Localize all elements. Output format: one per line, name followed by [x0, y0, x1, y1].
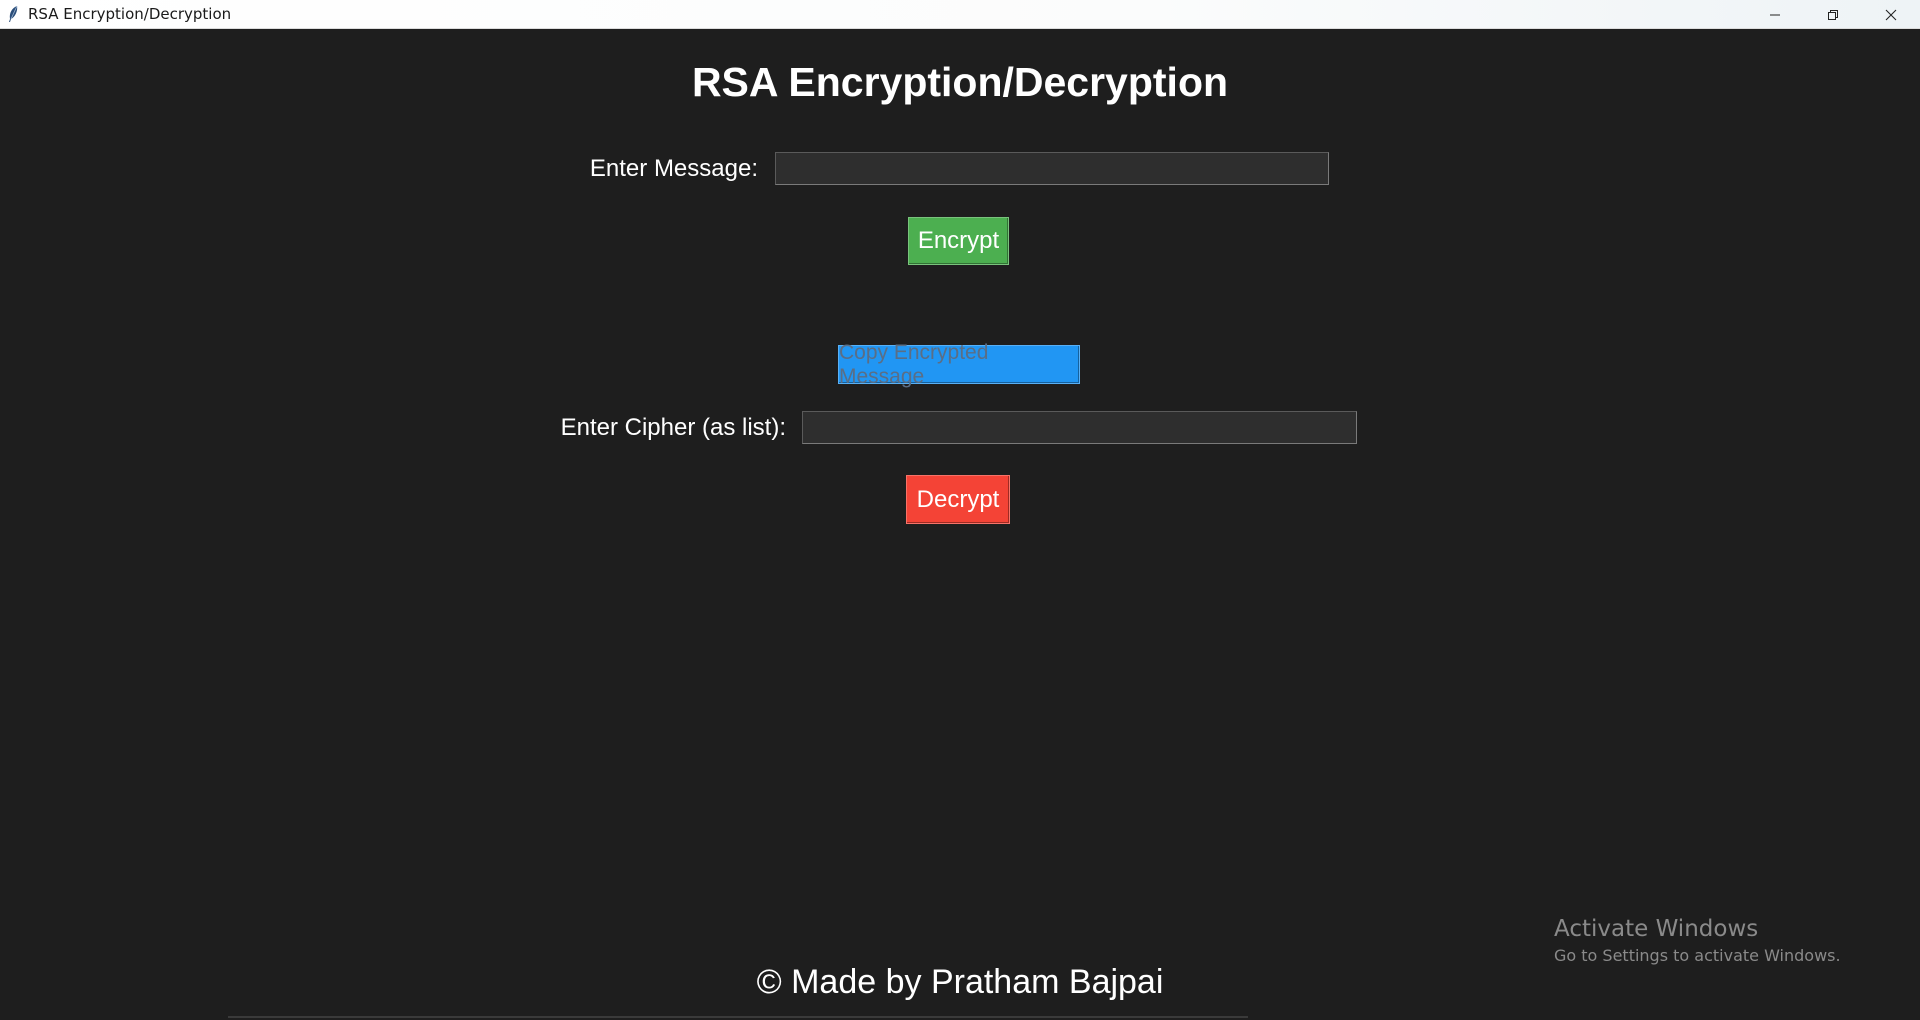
encrypt-button[interactable]: Encrypt: [908, 217, 1009, 265]
window-titlebar[interactable]: RSA Encryption/Decryption: [0, 0, 1920, 29]
footer-credit: © Made by Pratham Bajpai: [756, 963, 1164, 1001]
cipher-label: Enter Cipher (as list):: [560, 414, 786, 441]
close-icon[interactable]: [1862, 0, 1920, 29]
cipher-input[interactable]: [802, 411, 1357, 444]
decrypt-button[interactable]: Decrypt: [906, 475, 1010, 524]
page-title: RSA Encryption/Decryption: [691, 59, 1229, 105]
window-controls: [1746, 0, 1920, 29]
window-title: RSA Encryption/Decryption: [28, 5, 232, 23]
divider: [228, 1016, 1248, 1018]
minimize-icon[interactable]: [1746, 0, 1804, 29]
message-label: Enter Message:: [589, 155, 758, 182]
copy-encrypted-message-button[interactable]: Copy Encrypted Message: [838, 341, 1080, 388]
watermark-title: Activate Windows: [1554, 916, 1759, 942]
restore-icon[interactable]: [1804, 0, 1862, 29]
message-input[interactable]: [775, 152, 1329, 185]
feather-icon: [6, 5, 20, 23]
